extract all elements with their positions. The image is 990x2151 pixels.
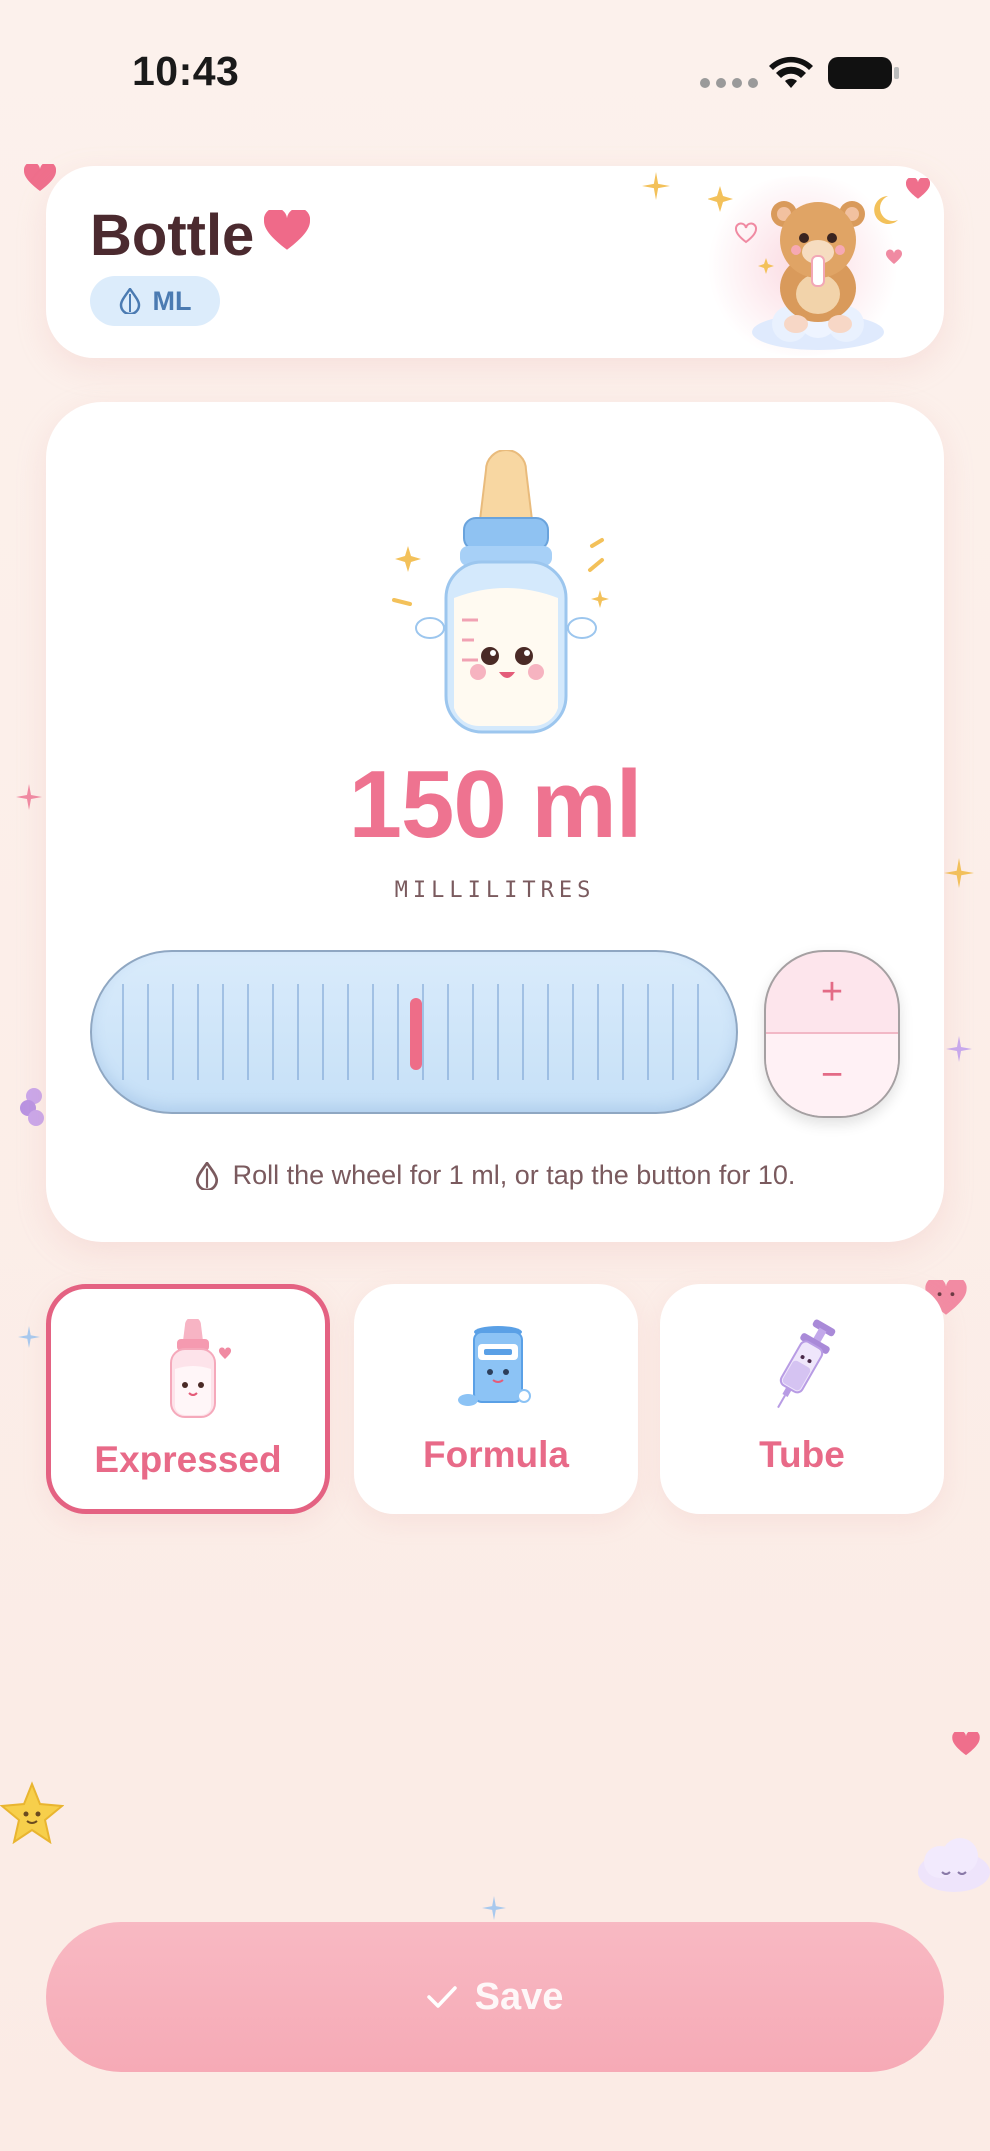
formula-can-icon: [458, 1326, 531, 1406]
header-card: Bottle ML: [46, 166, 944, 358]
type-tile-formula[interactable]: Formula: [354, 1284, 638, 1514]
wheel-tick: [322, 984, 324, 1080]
leaf-drop-icon: [195, 1161, 218, 1190]
increase-button[interactable]: +: [766, 952, 898, 1034]
wheel-tick: [272, 984, 274, 1080]
unit-badge-label: ML: [152, 285, 192, 316]
status-bar: 10:43: [0, 0, 990, 140]
heart-icon: [264, 210, 310, 250]
baby-bottle-illustration: [392, 450, 609, 734]
wheel-tick: [197, 984, 199, 1080]
hint-row: Roll the wheel for 1 ml, or tap the butt…: [46, 1160, 944, 1191]
save-button-label: Save: [474, 1975, 564, 2018]
sparkle-decoration-icon: [946, 1036, 972, 1062]
wheel-tick: [572, 984, 574, 1080]
type-tile-expressed[interactable]: Expressed: [46, 1284, 330, 1514]
wheel-tick: [397, 984, 399, 1080]
star-decoration-icon: [0, 1781, 64, 1844]
wheel-tick: [147, 984, 149, 1080]
sparkle-decoration-icon: [944, 858, 974, 888]
wheel-tick: [447, 984, 449, 1080]
type-tile-label: Formula: [423, 1434, 569, 1475]
teddy-bear-illustration: [708, 186, 903, 350]
save-button[interactable]: Save: [46, 1922, 944, 2072]
wheel-tick: [647, 984, 649, 1080]
heart-decoration-icon: [952, 1732, 980, 1756]
heart-decoration-icon: [906, 178, 930, 199]
wheel-tick: [172, 984, 174, 1080]
wheel-tick: [372, 984, 374, 1080]
wheel-tick: [622, 984, 624, 1080]
hint-text: Roll the wheel for 1 ml, or tap the butt…: [232, 1160, 796, 1190]
cloud-decoration-icon: [918, 1838, 990, 1892]
sparkle-decoration-icon: [16, 784, 42, 810]
amount-stepper[interactable]: + −: [764, 950, 900, 1118]
wheel-tick: [672, 984, 674, 1080]
sparkle-decoration-icon: [18, 1326, 40, 1348]
wheel-tick: [497, 984, 499, 1080]
grape-decoration-icon: [20, 1088, 44, 1126]
sparkle-decoration-icon: [482, 1896, 506, 1920]
check-icon: [426, 1986, 457, 2008]
battery-icon: [828, 57, 899, 89]
wheel-tick: [297, 984, 299, 1080]
decrease-button[interactable]: −: [766, 1034, 898, 1116]
expressed-milk-bottle-icon: [170, 1319, 232, 1418]
wheel-tick: [472, 984, 474, 1080]
leaf-drop-icon: [119, 288, 140, 314]
type-tile-tube[interactable]: Tube: [660, 1284, 944, 1514]
unit-badge[interactable]: ML: [90, 276, 220, 326]
wheel-tick: [597, 984, 599, 1080]
amount-unit-label: MILLILITRES: [394, 878, 596, 903]
wifi-icon: [769, 56, 813, 88]
wheel-tick: [697, 984, 699, 1080]
sparkle-decoration-icon: [642, 172, 670, 200]
wheel-tick: [547, 984, 549, 1080]
wheel-indicator: [410, 998, 422, 1070]
type-tile-label: Tube: [759, 1434, 845, 1475]
heart-decoration-icon: [24, 164, 56, 191]
type-tile-label: Expressed: [94, 1439, 282, 1480]
wheel-tick: [122, 984, 124, 1080]
amount-card: 150 ml MILLILITRES + − Roll the wheel fo…: [46, 402, 944, 1242]
amount-scroll-wheel[interactable]: [90, 950, 738, 1114]
cellular-signal-icon: [700, 78, 758, 88]
syringe-icon: [777, 1319, 836, 1409]
amount-value: 150 ml: [348, 751, 643, 858]
wheel-tick: [222, 984, 224, 1080]
wheel-tick: [347, 984, 349, 1080]
wheel-tick: [422, 984, 424, 1080]
status-time: 10:43: [132, 48, 240, 94]
page-title: Bottle: [90, 203, 255, 268]
wheel-tick: [247, 984, 249, 1080]
wheel-tick: [522, 984, 524, 1080]
